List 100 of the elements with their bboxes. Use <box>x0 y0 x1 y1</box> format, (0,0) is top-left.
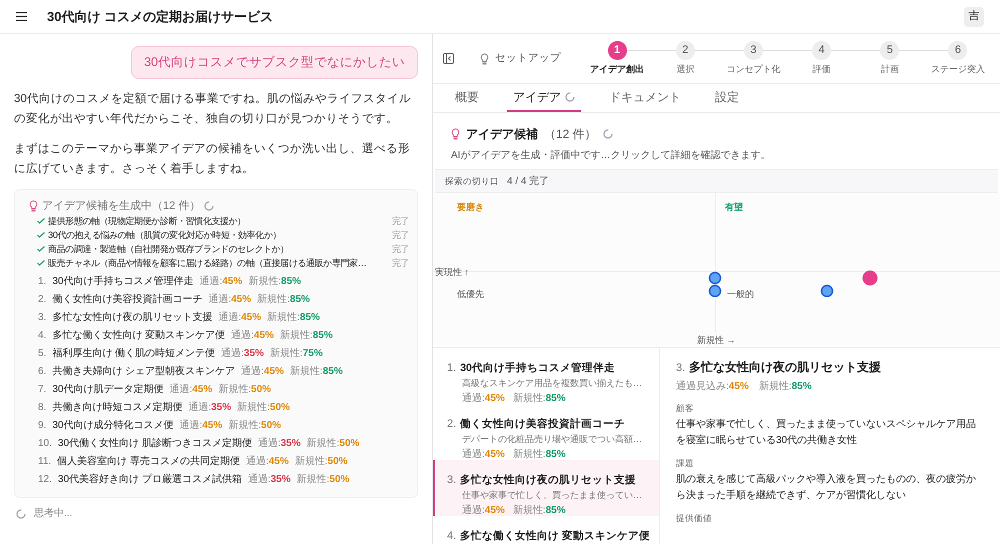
metric-value: 45% <box>484 448 505 462</box>
collapse-panel-icon[interactable] <box>443 53 454 64</box>
idea-number: 5. <box>38 347 46 362</box>
idea-summary: 高級なスキンケア用品を複数買い揃えたも… <box>462 376 643 390</box>
idea-summary: 仕事や家事で忙しく、買ったまま使ってい… <box>462 488 643 502</box>
x-axis-label: 新規性 → <box>697 334 736 347</box>
idea-list-item[interactable]: 4. 多忙な働く女性向け 変動スキンケア便 <box>433 516 659 544</box>
axis-label: 販売チャネル（商品や情報を顧客に届ける経路）の軸（直接届ける通販か専門家… <box>48 257 366 270</box>
step-label: 評価 <box>812 62 831 76</box>
metric-value: 45% <box>222 275 242 290</box>
tab[interactable]: アイデア <box>507 84 581 112</box>
metric-label: 新規性: <box>294 454 328 470</box>
menu-icon[interactable] <box>16 12 27 21</box>
tab[interactable]: ドキュメント <box>603 84 687 112</box>
section-title: アイデア候補 <box>466 126 538 143</box>
metric-label: 通過: <box>462 448 485 462</box>
metric-label: 通過: <box>462 392 485 406</box>
lightbulb-icon <box>480 52 489 64</box>
metric-value: 50% <box>339 437 360 452</box>
metric-label: 通過: <box>179 418 202 434</box>
axis-status: 完了 <box>390 229 409 242</box>
detail-section-label: 顧客 <box>676 402 695 414</box>
idea-title: 個人美容室向け 専売コスメの共同定期便 <box>57 454 240 470</box>
metric-value: 35% <box>244 347 264 362</box>
idea-title: 30代美容好き向け プロ厳選コスメ試供箱 <box>58 472 242 488</box>
progress-label: 探索の切り口 <box>445 174 499 188</box>
idea-title: 働く女性向け美容投資計画コーチ <box>52 292 202 308</box>
loading-spinner-icon <box>204 201 214 211</box>
metric-label: 新規性: <box>248 274 282 290</box>
card-title: アイデア候補を生成中（12 件） <box>42 198 200 214</box>
detail-section-label: 提供価値 <box>676 512 713 524</box>
metric-value: 85% <box>312 329 333 344</box>
metric-label: 新規性: <box>267 310 300 326</box>
section-description: AIがアイデアを生成・評価中です…クリックして詳細を確認できます。 <box>451 148 772 163</box>
metric-label: 通過: <box>241 364 264 380</box>
metric-value: 75% <box>302 347 323 362</box>
user-message: 30代向けコスメでサブスク型でなにかしたい <box>131 46 418 79</box>
metric-value: 50% <box>251 383 272 398</box>
tab[interactable]: 設定 <box>709 84 745 112</box>
metric-label: 新規性: <box>228 418 262 434</box>
idea-title: 30代向け手持ちコスメ管理伴走 <box>52 274 194 290</box>
metric-label: 通過: <box>208 292 232 308</box>
lightbulb-icon <box>29 200 38 212</box>
detail-title: 多忙な女性向け夜の肌リセット支援 <box>689 359 882 376</box>
user-avatar[interactable]: 吉 <box>964 6 984 26</box>
quadrant-label: 有望 <box>725 201 743 214</box>
metric-label: 新規性: <box>280 328 313 344</box>
metric-label: 通過: <box>248 472 271 488</box>
metric-label: 新規性: <box>290 364 323 380</box>
metric-value: 45% <box>231 293 252 308</box>
metric-label: 通過: <box>199 274 222 290</box>
idea-number: 1. <box>447 361 456 376</box>
metric-value: 50% <box>329 473 350 488</box>
metric-value: 85% <box>281 275 302 290</box>
step-label: アイデア創出 <box>590 62 644 76</box>
step-label: コンセプト化 <box>726 62 780 76</box>
idea-number: 2. <box>447 417 456 432</box>
idea-title: 福利厚生向け 働く肌の時短メンテ便 <box>52 346 216 362</box>
metric-value: 85% <box>546 448 566 462</box>
metric-label: 通過見込み: <box>676 380 729 394</box>
idea-title: 多忙な働く女性向け 変動スキンケア便 <box>460 529 650 544</box>
metric-value: 85% <box>300 311 320 326</box>
quadrant-label: 要磨き <box>457 201 484 214</box>
metric-label: 通過: <box>218 310 242 326</box>
idea-title: 共働き向け時短コスメ定期便 <box>52 400 182 416</box>
metric-value: 50% <box>261 419 282 434</box>
detail-section-text: 仕事や家事で忙しく、買ったまま使っていないスペシャルケア用品を寝室に眠らせている30代の共働き女性 <box>676 418 977 448</box>
metric-label: 通過: <box>462 504 485 518</box>
idea-number: 6. <box>38 365 46 380</box>
idea-number: 10. <box>38 437 52 452</box>
idea-title: 多忙な女性向け夜の肌リセット支援 <box>52 310 212 326</box>
idea-number: 2. <box>38 293 46 308</box>
metric-value: 50% <box>270 401 290 416</box>
idea-title: 30代向け肌データ定期便 <box>52 382 164 398</box>
idea-summary: デパートの化粧品売り場や通販でつい高額… <box>462 432 643 446</box>
idea-list-item[interactable]: 3. 多忙な女性向け夜の肌リセット支援 仕事や家事で忙しく、買ったまま使ってい… 通過:45% 新規性:85% <box>433 460 659 516</box>
step-label: 選択 <box>676 62 694 76</box>
idea-list-item[interactable]: 2. 働く女性向け美容投資計画コーチ デパートの化粧品売り場や通販でつい高額… 通過:45% 新規性:85% <box>433 404 659 460</box>
thinking-status: 思考中... <box>34 506 72 522</box>
metric-label: 通過: <box>169 382 192 398</box>
tab[interactable]: 概要 <box>449 84 485 112</box>
page-title: 30代向け コスメの定期お届けサービス <box>47 8 274 26</box>
metric-label: 新規性: <box>270 346 303 362</box>
axis-status: 完了 <box>390 257 409 270</box>
y-axis-label: 実現性 ↑ <box>435 266 470 279</box>
idea-number: 7. <box>38 383 46 398</box>
metric-value: 45% <box>268 455 289 470</box>
quadrant-label: 一般的 <box>727 288 754 301</box>
idea-title: 多忙な女性向け夜の肌リセット支援 <box>460 473 636 488</box>
idea-number: 9. <box>38 419 46 434</box>
idea-number: 4. <box>447 529 456 544</box>
assistant-message: まずはこのテーマから事業アイデアの候補をいくつか洗い出し、選べる形に広げていきます。さっそく着手しますね。 <box>14 142 411 177</box>
metric-label: 通過: <box>246 454 269 470</box>
metric-label: 新規性: <box>758 380 792 394</box>
setup-link[interactable]: セットアップ <box>495 50 561 66</box>
metric-value: 45% <box>264 365 284 380</box>
metric-label: 新規性: <box>306 436 340 452</box>
idea-title: 共働き夫婦向け シェア型朝夜スキンケア <box>52 364 236 380</box>
idea-list-item[interactable]: 1. 30代向け手持ちコスメ管理伴走 高級なスキンケア用品を複数買い揃えたも… 通過:45% 新規性:85% <box>433 348 659 404</box>
axis-status: 完了 <box>390 215 409 228</box>
